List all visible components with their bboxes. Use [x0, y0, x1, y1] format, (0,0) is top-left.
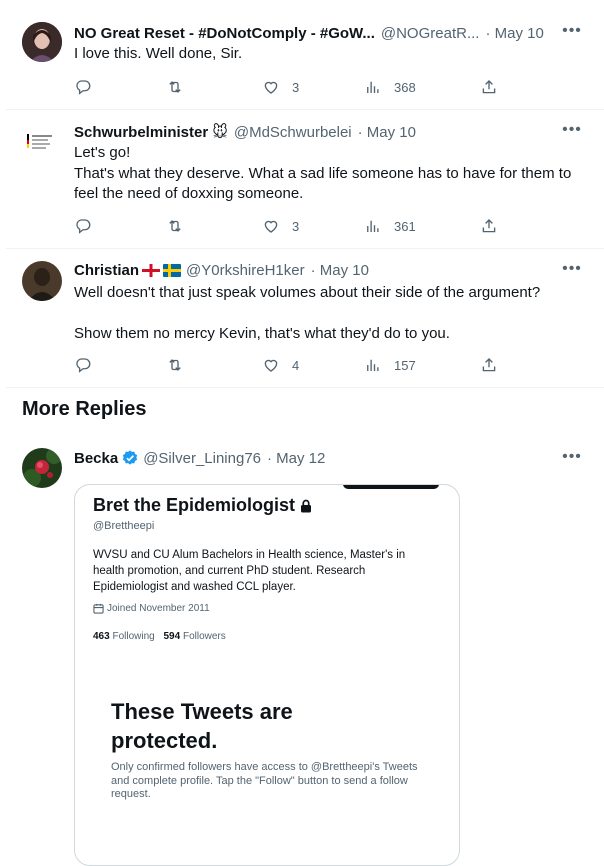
- share-icon: [482, 219, 496, 233]
- avatar[interactable]: [22, 123, 62, 163]
- embedded-profile: Bret the Epidemiologist @Brettheepi WVSU…: [93, 485, 441, 865]
- author-name[interactable]: Schwurbelminister: [74, 124, 208, 141]
- section-heading: More Replies: [22, 398, 147, 420]
- england-flag-icon: [142, 263, 161, 277]
- like-icon: [264, 359, 278, 372]
- tweet-text-line: Show them no mercy Kevin, that's what th…: [74, 325, 450, 342]
- retweet-button[interactable]: [166, 215, 184, 237]
- protected-title: These Tweets are protected.: [111, 699, 293, 753]
- avatar[interactable]: [22, 448, 62, 488]
- calendar-icon: [93, 603, 104, 614]
- tweet-header: NO Great Reset - #DoNotComply - #GoW... …: [74, 23, 544, 43]
- retweet-icon: [169, 220, 181, 232]
- tweet-header: Christian @Y0rkshireH1ker · May 10: [74, 260, 544, 280]
- tweet-text-line: Well doesn't that just speak volumes abo…: [74, 284, 541, 301]
- share-icon: [482, 358, 496, 372]
- divider: [6, 109, 604, 110]
- views-icon: [367, 81, 379, 93]
- share-button[interactable]: [480, 354, 498, 376]
- divider: [6, 387, 604, 388]
- reply-icon: [76, 219, 91, 234]
- views-count: 361: [394, 218, 416, 234]
- profile-bio: WVSU and CU Alum Bachelors in Health sci…: [93, 549, 406, 593]
- author-handle[interactable]: @MdSchwurbelei: [234, 124, 352, 141]
- views-button[interactable]: 157: [364, 354, 416, 376]
- tweet-text-line: I love this. Well done, Sir.: [74, 45, 243, 62]
- sweden-flag-icon: [163, 263, 182, 277]
- following-label: Following: [112, 631, 155, 642]
- like-count: 3: [292, 218, 300, 234]
- retweet-button[interactable]: [166, 76, 184, 98]
- share-icon: [482, 80, 496, 94]
- tweet-text: I love this. Well done, Sir.: [74, 44, 586, 65]
- protected-text: Only confirmed followers have access to …: [111, 761, 418, 800]
- tweet-actions: 4 157: [74, 354, 514, 376]
- avatar[interactable]: [22, 261, 62, 301]
- like-button[interactable]: 3: [262, 76, 299, 98]
- name-emoji: 🐭: [212, 124, 228, 141]
- author-name[interactable]: Becka: [74, 450, 118, 467]
- tweet-date[interactable]: · May 12: [267, 450, 325, 467]
- tweet-text-line: That's what they deserve. What a sad lif…: [74, 164, 572, 203]
- flag-icons: [142, 263, 182, 277]
- more-icon[interactable]: •••: [560, 449, 584, 468]
- author-handle[interactable]: @Silver_Lining76: [143, 450, 261, 467]
- tweet-header: Becka @Silver_Lining76 · May 12: [74, 448, 544, 468]
- like-count: 3: [292, 79, 300, 95]
- share-button[interactable]: [480, 76, 498, 98]
- embedded-image[interactable]: Bret the Epidemiologist @Brettheepi WVSU…: [74, 484, 460, 866]
- tweet-date[interactable]: · May 10: [485, 25, 543, 42]
- verified-badge-icon: [123, 450, 138, 465]
- reply-icon: [76, 80, 91, 95]
- views-count: 368: [394, 79, 416, 95]
- tweet-text-line: Let's go!: [74, 144, 131, 161]
- tweet-actions: 3 368: [74, 76, 514, 98]
- reply-button[interactable]: [74, 76, 92, 98]
- tweet-text: Well doesn't that just speak volumes abo…: [74, 283, 586, 345]
- reply-button[interactable]: [74, 354, 92, 376]
- retweet-icon: [169, 359, 181, 371]
- share-button[interactable]: [480, 215, 498, 237]
- tweet-actions: 3 361: [74, 215, 514, 237]
- tweet-date[interactable]: · May 10: [358, 124, 416, 141]
- divider: [6, 248, 604, 249]
- tweet-text-line: [74, 304, 586, 325]
- reply-icon: [76, 358, 91, 373]
- author-name[interactable]: Christian: [74, 262, 139, 279]
- like-icon: [264, 81, 278, 94]
- views-icon: [367, 359, 379, 371]
- lock-icon: [301, 499, 312, 512]
- tweet-date[interactable]: · May 10: [311, 262, 369, 279]
- like-button[interactable]: 3: [262, 215, 299, 237]
- reply-button[interactable]: [74, 215, 92, 237]
- more-icon[interactable]: •••: [560, 261, 584, 280]
- followers-label: Followers: [182, 631, 226, 642]
- profile-name: Bret the Epidemiologist: [93, 495, 296, 515]
- like-button[interactable]: 4: [262, 354, 299, 376]
- author-handle[interactable]: @Y0rkshireH1ker: [186, 262, 305, 279]
- like-count: 4: [292, 357, 300, 373]
- views-icon: [367, 220, 379, 232]
- followers-count: 594: [163, 631, 181, 642]
- avatar[interactable]: [22, 22, 62, 62]
- like-icon: [264, 220, 278, 233]
- views-count: 157: [394, 357, 416, 373]
- author-handle[interactable]: @NOGreatR...: [381, 25, 480, 42]
- views-button[interactable]: 368: [364, 76, 416, 98]
- retweet-icon: [169, 81, 181, 93]
- views-button[interactable]: 361: [364, 215, 416, 237]
- profile-handle: @Brettheepi: [93, 520, 155, 532]
- more-icon[interactable]: •••: [560, 122, 584, 141]
- joined-date: Joined November 2011: [107, 603, 210, 614]
- tweet-header: Schwurbelminister 🐭 @MdSchwurbelei · May…: [74, 122, 544, 142]
- more-icon[interactable]: •••: [560, 23, 584, 42]
- author-name[interactable]: NO Great Reset - #DoNotComply - #GoW...: [74, 25, 375, 42]
- tweet-text: Let's go! That's what they deserve. What…: [74, 143, 586, 205]
- following-count: 463: [93, 631, 110, 642]
- retweet-button[interactable]: [166, 354, 184, 376]
